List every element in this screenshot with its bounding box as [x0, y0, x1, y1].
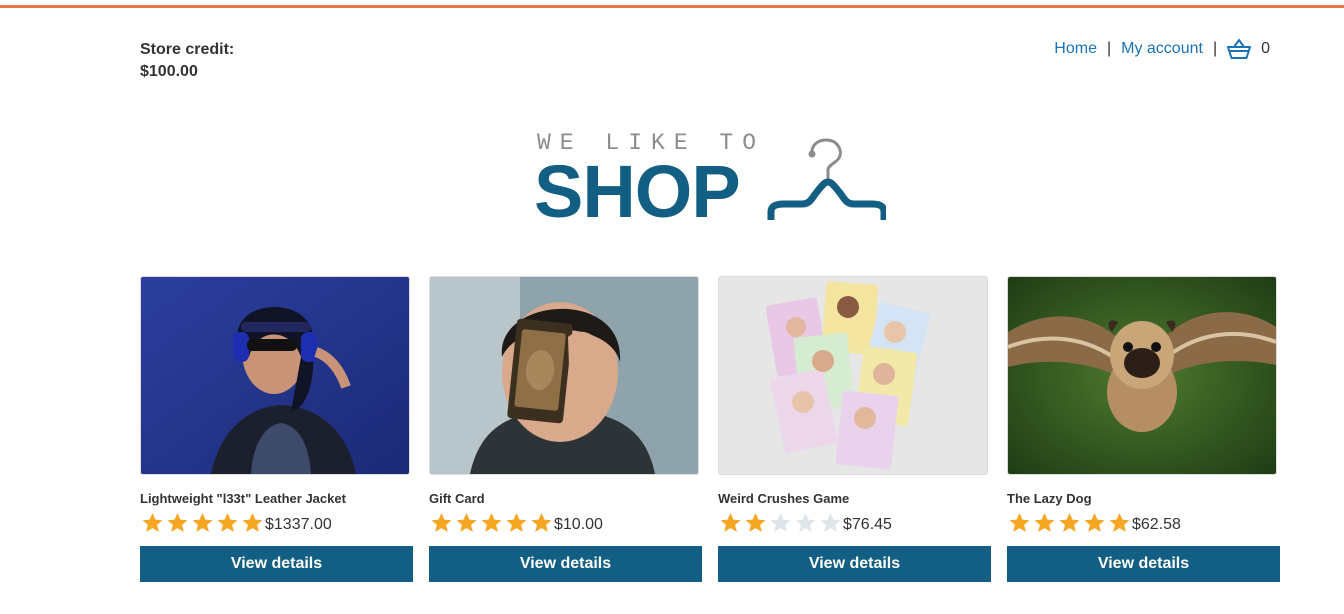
product-name: Gift Card	[429, 491, 485, 506]
star-rating	[1007, 511, 1132, 535]
star-empty-icon	[820, 513, 841, 532]
star-filled-icon	[142, 513, 163, 532]
product-card: The Lazy Dog $62.58 View details	[1007, 276, 1280, 582]
product-card: Gift Card $10.00 View details	[429, 276, 702, 582]
star-filled-icon	[720, 513, 741, 532]
home-link[interactable]: Home	[1054, 40, 1097, 58]
product-price: $76.45	[843, 516, 892, 533]
star-filled-icon	[506, 513, 527, 532]
hanger-icon	[766, 132, 888, 232]
star-filled-icon	[1034, 513, 1055, 532]
product-price: $62.58	[1132, 516, 1181, 533]
view-details-button[interactable]: View details	[429, 546, 702, 582]
product-name: The Lazy Dog	[1007, 491, 1092, 506]
logo-title: SHOP	[534, 150, 741, 233]
product-price: $10.00	[554, 516, 603, 533]
store-credit-value: $100.00	[140, 63, 198, 80]
store-credit: Store credit: $100.00	[140, 39, 234, 83]
store-credit-label: Store credit:	[140, 41, 235, 58]
cart-count: 0	[1261, 40, 1270, 57]
star-rating	[429, 511, 554, 535]
product-image-lazy-dog[interactable]	[1007, 276, 1277, 475]
top-accent-border	[0, 5, 1344, 8]
star-filled-icon	[217, 513, 238, 532]
star-empty-icon	[770, 513, 791, 532]
star-filled-icon	[1109, 513, 1130, 532]
view-details-button[interactable]: View details	[718, 546, 991, 582]
star-filled-icon	[431, 513, 452, 532]
star-filled-icon	[456, 513, 477, 532]
view-details-button[interactable]: View details	[1007, 546, 1280, 582]
star-filled-icon	[481, 513, 502, 532]
star-filled-icon	[1084, 513, 1105, 532]
product-card: Weird Crushes Game $76.45 View details	[718, 276, 991, 582]
my-account-link[interactable]: My account	[1121, 40, 1203, 58]
star-filled-icon	[192, 513, 213, 532]
product-card: Lightweight "l33t" Leather Jacket $1337.…	[140, 276, 413, 582]
product-name: Weird Crushes Game	[718, 491, 850, 506]
star-filled-icon	[1009, 513, 1030, 532]
star-filled-icon	[745, 513, 766, 532]
top-nav: Home | My account | 0	[1054, 38, 1270, 60]
product-grid: Lightweight "l33t" Leather Jacket $1337.…	[140, 276, 1280, 582]
nav-separator: |	[1212, 40, 1218, 57]
nav-separator: |	[1106, 40, 1112, 57]
star-filled-icon	[1059, 513, 1080, 532]
basket-icon	[1227, 38, 1252, 60]
star-rating	[140, 511, 265, 535]
star-filled-icon	[242, 513, 263, 532]
star-rating	[718, 511, 843, 535]
view-details-button[interactable]: View details	[140, 546, 413, 582]
star-empty-icon	[795, 513, 816, 532]
product-image-weird-crushes-game[interactable]	[718, 276, 988, 475]
star-filled-icon	[167, 513, 188, 532]
product-image-gift-card[interactable]	[429, 276, 699, 475]
cart-link[interactable]: 0	[1227, 38, 1270, 60]
product-name: Lightweight "l33t" Leather Jacket	[140, 491, 346, 506]
product-price: $1337.00	[265, 516, 332, 533]
product-image-leather-jacket[interactable]	[140, 276, 410, 475]
star-filled-icon	[531, 513, 552, 532]
site-logo[interactable]: WE LIKE TO SHOP	[534, 128, 894, 232]
